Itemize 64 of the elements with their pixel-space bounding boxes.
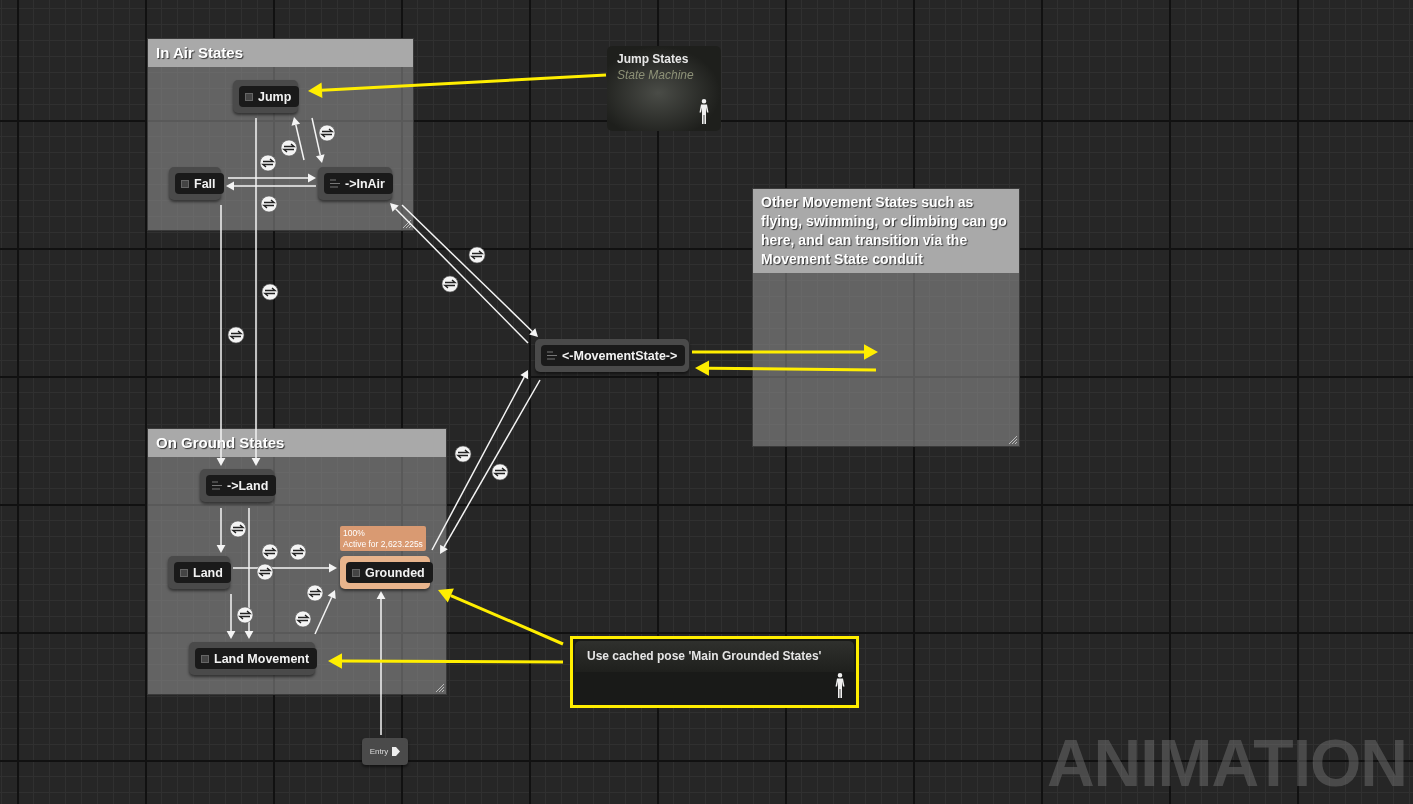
entry-label: Entry	[369, 747, 389, 756]
pose-figure-icon	[835, 673, 845, 699]
tooltip-line: 100%	[343, 528, 366, 539]
resize-grip-icon[interactable]	[1009, 436, 1017, 444]
state-icon	[201, 654, 209, 663]
state-node[interactable]: Jump	[233, 80, 298, 113]
transition-icon[interactable]	[441, 275, 459, 293]
node-name: ->InAir	[345, 176, 385, 191]
transition-icon[interactable]	[261, 543, 279, 561]
transition-icon[interactable]	[259, 154, 277, 172]
transition-arrow	[314, 590, 336, 635]
state-icon	[181, 179, 189, 188]
cached-pose-node[interactable]: Use cached pose 'Main Grounded States'	[570, 636, 859, 708]
conduit-node[interactable]: ->InAir	[318, 167, 392, 200]
conduit-node[interactable]: ->Land	[200, 469, 274, 502]
cached-pose-title: Use cached pose 'Main Grounded States'	[587, 649, 822, 663]
transition-icon[interactable]	[256, 563, 274, 581]
node-name: ->Land	[227, 478, 269, 493]
transition-arrow	[216, 507, 226, 553]
comment-title: Other Movement States such as flying, swimming, or climbing can go here, and can transition via the Movement State conduit	[753, 189, 1019, 273]
transition-icon[interactable]	[227, 326, 245, 344]
entry-pin-icon	[392, 747, 401, 756]
node-name: Jump	[258, 89, 292, 104]
pose-figure-icon	[699, 99, 709, 125]
node-name: Land	[193, 565, 223, 580]
state-icon	[245, 92, 253, 101]
transition-icon[interactable]	[491, 463, 509, 481]
comment-title: On Ground States	[148, 429, 446, 458]
transition-icon[interactable]	[261, 283, 279, 301]
entry-node[interactable]: Entry	[362, 738, 408, 765]
conduit-icon	[212, 481, 222, 490]
node-name: <-MovementState->	[562, 348, 678, 363]
resize-grip-icon[interactable]	[436, 684, 444, 692]
node-name: Grounded	[365, 565, 425, 580]
state-icon	[180, 568, 188, 577]
resize-grip-icon[interactable]	[403, 220, 411, 228]
transition-icon[interactable]	[294, 610, 312, 628]
state-node[interactable]: Fall	[169, 167, 221, 200]
state-node[interactable]: Land Movement	[189, 642, 315, 675]
state-icon	[352, 568, 360, 577]
state-node[interactable]: Grounded	[340, 556, 430, 589]
transition-icon[interactable]	[306, 584, 324, 602]
state-machine-node[interactable]: Jump States State Machine	[607, 46, 721, 131]
transition-arrow	[226, 593, 236, 639]
tooltip-line: Active for 2,623.225s	[343, 538, 423, 550]
transition-icon[interactable]	[454, 445, 472, 463]
state-node[interactable]: Land	[168, 556, 230, 589]
transition-icon[interactable]	[318, 124, 336, 142]
conduit-icon	[547, 351, 557, 360]
state-machine-subtitle: State Machine	[617, 68, 695, 82]
transition-arrow	[291, 117, 305, 161]
transition-icon[interactable]	[468, 246, 486, 264]
transition-icon[interactable]	[280, 139, 298, 157]
transition-icon[interactable]	[260, 195, 278, 213]
transition-arrow	[311, 117, 325, 163]
node-name: Land Movement	[214, 651, 310, 666]
transition-icon[interactable]	[229, 520, 247, 538]
node-name: Fall	[194, 176, 216, 191]
comment-title: In Air States	[148, 39, 413, 68]
conduit-icon	[330, 179, 340, 188]
transition-icon[interactable]	[289, 543, 307, 561]
transition-icon[interactable]	[236, 606, 254, 624]
conduit-node[interactable]: <-MovementState->	[535, 339, 689, 372]
state-machine-title: Jump States	[617, 52, 690, 66]
